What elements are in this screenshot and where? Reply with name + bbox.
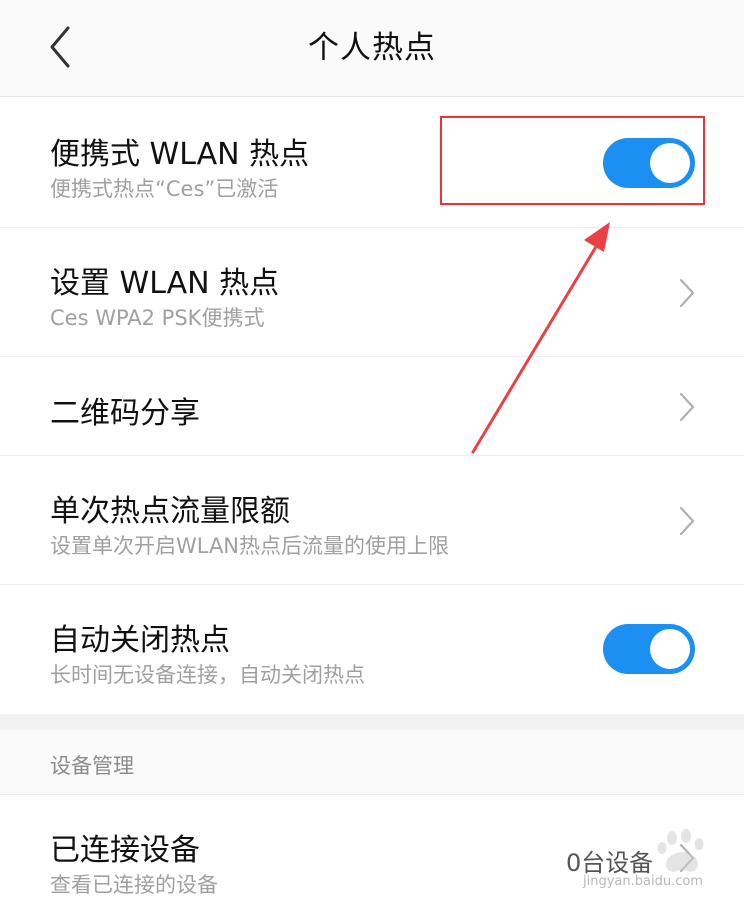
connected-devices-subtitle: 查看已连接的设备 bbox=[50, 873, 218, 897]
portable-hotspot-title: 便携式 WLAN 热点 bbox=[50, 137, 310, 172]
section-label: 设备管理 bbox=[50, 754, 134, 778]
chevron-right-icon bbox=[679, 506, 695, 536]
data-limit-row[interactable]: 单次热点流量限额 设置单次开启WLAN热点后流量的使用上限 bbox=[0, 456, 744, 585]
setup-hotspot-subtitle: Ces WPA2 PSK便携式 bbox=[50, 306, 265, 330]
auto-close-title: 自动关闭热点 bbox=[50, 623, 230, 658]
page-title: 个人热点 bbox=[308, 30, 436, 66]
connected-devices-title: 已连接设备 bbox=[50, 833, 200, 868]
chevron-right-icon bbox=[679, 278, 695, 308]
auto-close-row[interactable]: 自动关闭热点 长时间无设备连接，自动关闭热点 bbox=[0, 585, 744, 713]
qr-share-title: 二维码分享 bbox=[50, 396, 200, 431]
data-limit-subtitle: 设置单次开启WLAN热点后流量的使用上限 bbox=[50, 534, 450, 558]
annotation-arrow-icon bbox=[471, 222, 610, 454]
toggle-knob bbox=[650, 629, 690, 669]
auto-close-subtitle: 长时间无设备连接，自动关闭热点 bbox=[50, 663, 365, 687]
setup-hotspot-title: 设置 WLAN 热点 bbox=[50, 266, 280, 301]
auto-close-toggle[interactable] bbox=[603, 624, 695, 674]
annotation-highlight-box bbox=[440, 116, 705, 205]
data-limit-title: 单次热点流量限额 bbox=[50, 494, 290, 529]
top-bar: 个人热点 bbox=[0, 0, 744, 97]
portable-hotspot-subtitle: 便携式热点“Ces”已激活 bbox=[50, 177, 279, 201]
section-divider bbox=[0, 714, 744, 730]
chevron-right-icon bbox=[679, 392, 695, 422]
device-management-header: 设备管理 bbox=[0, 730, 744, 795]
watermark-text: jingyan.baidu.com bbox=[583, 874, 703, 889]
